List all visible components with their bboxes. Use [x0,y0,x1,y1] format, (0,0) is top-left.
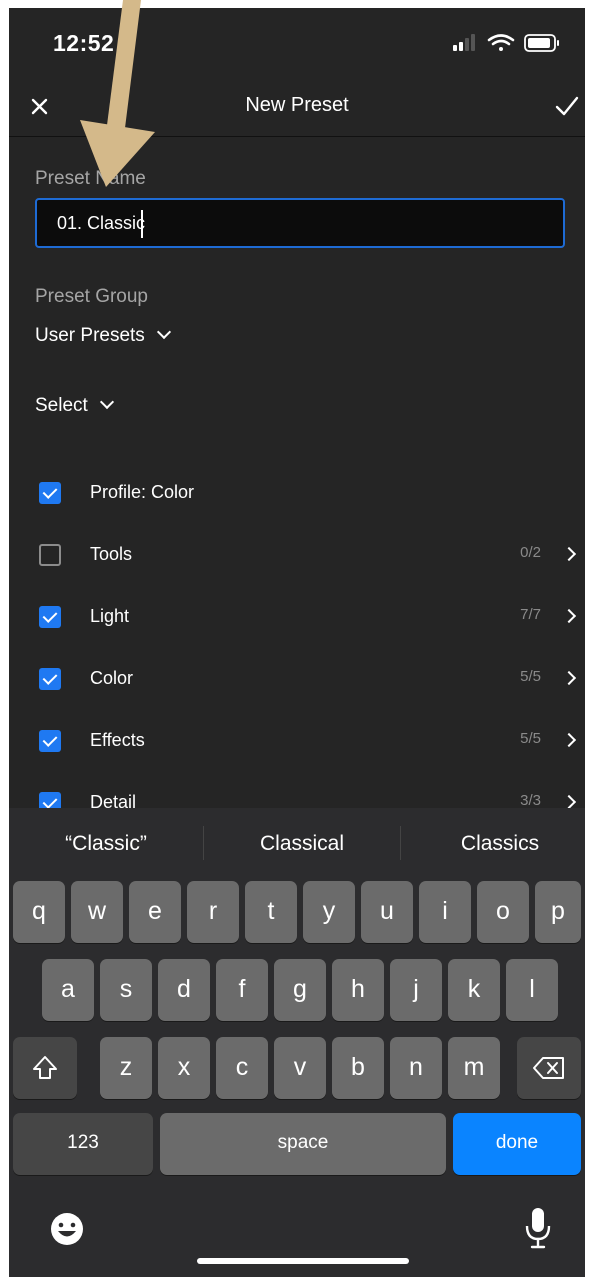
chevron-down-icon [156,324,171,340]
chevron-right-icon[interactable] [561,608,577,624]
key-t[interactable]: t [245,881,297,943]
chevron-right-icon[interactable] [561,546,577,562]
key-i[interactable]: i [419,881,471,943]
setting-count: 5/5 [520,730,541,747]
select-dropdown[interactable]: Select [35,394,114,417]
space-key[interactable]: space [160,1113,446,1175]
key-y[interactable]: y [303,881,355,943]
key-n[interactable]: n [390,1037,442,1099]
setting-label: Light [90,606,130,626]
key-e[interactable]: e [129,881,181,943]
chevron-right-icon[interactable] [561,670,577,686]
key-z[interactable]: z [100,1037,152,1099]
backspace-icon [533,1057,564,1079]
setting-row-color[interactable]: Color 5/5 [9,668,585,730]
setting-count: 7/7 [520,606,541,623]
key-a[interactable]: a [42,959,94,1021]
checkbox-checked-icon[interactable] [39,482,61,504]
nav-title: New Preset [245,94,349,116]
checkbox-unchecked-icon[interactable] [39,544,61,566]
key-q[interactable]: q [13,881,65,943]
key-u[interactable]: u [361,881,413,943]
setting-row-profile[interactable]: Profile: Color [9,482,585,544]
preset-name-input[interactable]: 01. Classic [35,198,565,248]
status-icons [451,32,571,54]
setting-count: 0/2 [520,544,541,561]
suggestion-3[interactable]: Classics [405,832,585,856]
emoji-button[interactable] [49,1211,85,1247]
suggestion-divider [400,826,401,860]
status-time: 12:52 [53,30,115,56]
key-l[interactable]: l [506,959,558,1021]
setting-label: Effects [90,730,145,750]
suggestion-bar: “Classic” Classical Classics [9,808,585,874]
checkmark-icon [555,96,579,116]
done-key[interactable]: done [453,1113,581,1175]
preset-group-dropdown[interactable]: User Presets [35,324,171,347]
emoji-icon [51,1213,83,1245]
checkbox-checked-icon[interactable] [39,606,61,628]
setting-count: 5/5 [520,668,541,685]
suggestion-2[interactable]: Classical [207,832,397,856]
shift-key[interactable] [13,1037,77,1099]
setting-count: 3/3 [520,792,541,809]
numbers-key[interactable]: 123 [13,1113,153,1175]
key-r[interactable]: r [187,881,239,943]
suggestion-divider [203,826,204,860]
key-w[interactable]: w [71,881,123,943]
chevron-right-icon[interactable] [561,794,577,810]
preset-group-label: Preset Group [35,286,148,307]
select-label: Select [35,395,88,416]
key-k[interactable]: k [448,959,500,1021]
suggestion-1[interactable]: “Classic” [11,832,201,856]
chevron-right-icon[interactable] [561,732,577,748]
chevron-down-icon [99,394,114,410]
text-caret [141,210,143,238]
microphone-icon [525,1208,551,1249]
preset-group-value: User Presets [35,325,145,346]
preset-name-label: Preset Name [35,168,146,189]
nav-bar: New Preset [9,78,585,137]
key-p[interactable]: p [535,881,581,943]
setting-label: Tools [90,544,133,564]
checkbox-checked-icon[interactable] [39,730,61,752]
key-s[interactable]: s [100,959,152,1021]
setting-label: Profile: Color [90,482,195,502]
confirm-button[interactable] [553,92,581,120]
setting-row-light[interactable]: Light 7/7 [9,606,585,668]
key-b[interactable]: b [332,1037,384,1099]
key-m[interactable]: m [448,1037,500,1099]
key-j[interactable]: j [390,959,442,1021]
checkbox-checked-icon[interactable] [39,668,61,690]
backspace-key[interactable] [517,1037,581,1099]
signal-icon [453,34,475,51]
home-indicator [197,1258,409,1264]
dictation-button[interactable] [523,1206,553,1250]
key-x[interactable]: x [158,1037,210,1099]
setting-label: Color [90,668,134,688]
battery-icon [524,34,559,52]
app-screen: 12:52 New Preset Preset Name 01. Classic… [9,8,585,1277]
setting-row-tools[interactable]: Tools 0/2 [9,544,585,606]
setting-row-effects[interactable]: Effects 5/5 [9,730,585,792]
key-c[interactable]: c [216,1037,268,1099]
preset-name-value: 01. Classic [57,213,146,233]
key-v[interactable]: v [274,1037,326,1099]
key-h[interactable]: h [332,959,384,1021]
wifi-icon [487,34,515,51]
key-d[interactable]: d [158,959,210,1021]
key-f[interactable]: f [216,959,268,1021]
keyboard: “Classic” Classical Classics q w e r t y… [9,808,585,1277]
key-g[interactable]: g [274,959,326,1021]
shift-icon [33,1056,57,1079]
key-o[interactable]: o [477,881,529,943]
